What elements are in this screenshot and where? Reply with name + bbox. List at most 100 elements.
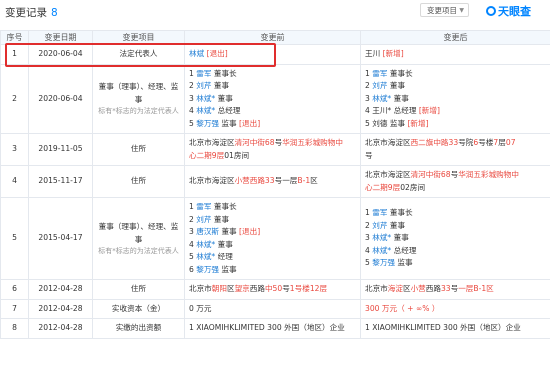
person-link[interactable]: 雷军 [372,208,387,217]
change-item: 住所 [92,165,185,198]
change-item-label: 住所 [130,144,147,154]
change-line: 2 刘芹 董事 [189,214,356,227]
person-link[interactable]: 林斌* [372,233,391,242]
person-link[interactable]: 雷军 [196,202,211,211]
change-line: 3 林斌* 董事 [365,232,546,245]
changed-text: [新增] [418,106,440,115]
person-link[interactable]: 林斌* [196,252,215,261]
change-item: 实缴的出资额 [92,318,185,339]
plain-text: 董事 [211,214,230,224]
plain-text: 董事 [387,81,406,90]
person-link[interactable]: 林斌* [372,246,391,255]
person-link[interactable]: 林斌* [196,106,215,115]
value-before: 北京市海淀区小营西路33号一层B-1区 [184,165,361,198]
change-item-filter-select[interactable]: 变更项目 ▼ [420,3,469,17]
value-before: 1 雷军 董事长 2 刘芹 董事 3 林斌* 董事 4 林斌* 总经理 5 黎万强 监事… [184,63,361,134]
table-row: 6 2012-04-28 住所 北京市朝阳区望京西路中50号1号楼12层 北京市海淀区小… [0,279,550,300]
row-index: 4 [0,165,29,198]
change-line: 4 林斌* 总经理 [365,245,546,258]
change-line: 3 林斌* 董事 [189,93,356,106]
change-line: 6 黎万强 监事 [189,264,356,277]
change-line: 3 唐汉斯 董事 [退出] [189,226,356,239]
changed-text: 1号楼12层 [289,284,328,293]
person-link[interactable]: 雷军 [196,69,211,78]
changed-text: 中 [264,284,273,293]
change-line: 北京市海淀区西二旗中路33号院6号楼7层07 [365,137,546,150]
plain-text: 区 [310,176,318,186]
change-line: 2 刘芹 董事 [365,80,546,93]
plain-text: 01 [224,150,234,160]
change-date: 2019-11-05 [28,133,93,166]
person-link[interactable]: 刘芹 [372,81,387,90]
changed-text: 华润五彩城购物中 [282,138,343,147]
person-link[interactable]: 刘芹 [372,221,387,230]
plain-text: 0 万元 [189,303,212,313]
value-before: 1 XIAOMIHKLIMITED 300 外国（地区）企业 [184,318,361,339]
change-item-label: 实缴的出资额 [115,323,162,332]
person-link[interactable]: 雷军 [372,69,387,78]
table-row: 3 2019-11-05 住所 北京市海淀区清河中街68号华润五彩城购物中 心二期9层0… [0,133,550,166]
plain-text: 王川* [372,106,392,115]
col-header-item: 变更项目 [92,30,185,45]
plain-text: 董事长 [387,208,413,218]
change-date: 2020-06-04 [28,63,93,134]
col-header-index: 序号 [0,30,29,45]
plain-text: 董事 [391,93,409,103]
person-link[interactable]: 唐汉斯 [196,227,219,236]
plain-text: 房间 [233,150,250,160]
changed-text: 07 [505,138,516,147]
plain-text: 北京市海淀区 [365,138,411,147]
value-before: 北京市海淀区清河中街68号华润五彩城购物中 心二期9层01房间 [184,133,361,166]
person-link[interactable]: 林斌* [196,94,215,103]
table-row: 4 2015-11-17 住所 北京市海淀区小营西路33号一层B-1区 北京市海淀区清河… [0,165,550,198]
plain-text: 北京市海淀区 [189,138,235,147]
changed-text: 西二旗中路33 [410,138,459,147]
row-index: 7 [0,298,29,319]
change-line: 3 林斌* 董事 [365,93,546,106]
plain-text: 号一层 [274,176,298,186]
changed-text: B-1 [297,176,311,186]
person-link[interactable]: 黎万强 [196,265,219,274]
tianyancha-logo[interactable]: 天眼查 [486,3,531,19]
value-after: 300 万元（ + ∞% ） [360,298,550,319]
change-item-label: 实收资本（金） [111,303,166,313]
person-link[interactable]: 林斌* [372,94,391,103]
change-line: 1 雷军 董事长 [189,201,356,214]
person-link[interactable]: 黎万强 [196,119,219,128]
person-link[interactable]: 林斌 [189,49,204,58]
value-before: 林斌 [退出] [184,44,361,65]
plain-text: 刘德 [372,118,388,128]
chevron-down-icon: ▼ [459,7,464,14]
logo-ring-icon [486,6,496,16]
changed-text: 300 万元（ + ∞% ） [365,303,440,313]
change-item-label: 董事（理事）、经理、监事 [98,82,179,104]
change-item-label: 董事（理事）、经理、监事 [98,222,179,244]
value-after: 北京市海淀区小营西路33号一层B-1区 [360,279,550,300]
plain-text: 董事长 [211,68,237,78]
select-label: 变更项目 [427,6,457,15]
change-line: 2 刘芹 董事 [189,80,356,93]
plain-text: 董事 [391,233,409,243]
plain-text: 董事长 [211,202,237,211]
person-link[interactable]: 刘芹 [196,81,211,90]
person-link[interactable]: 黎万强 [372,258,395,267]
change-date: 2015-04-17 [28,197,93,280]
person-link[interactable]: 林斌* [196,240,215,249]
plain-text: 监事 [395,258,413,268]
change-line: 1 XIAOMIHKLIMITED 300 外国（地区）企业 [189,322,356,335]
row-index: 5 [0,197,29,280]
change-line: 林斌 [退出] [189,48,356,61]
change-item-label: 住所 [130,284,147,293]
plain-text: 董事 [219,227,240,236]
changed-text: [退出] [206,49,228,58]
value-before: 0 万元 [184,298,361,319]
change-line: 北京市海淀区清河中街68号华润五彩城购物中 [189,137,356,150]
change-date: 2020-06-04 [28,44,93,65]
change-item: 住所 [92,133,185,166]
changed-text: [退出] [239,227,261,236]
plain-text: 董事 [215,93,233,103]
person-link[interactable]: 刘芹 [196,215,211,224]
change-line: 2 刘芹 董事 [365,220,546,233]
value-after: 1 雷军 董事长 2 刘芹 董事 3 林斌* 董事 4 王川* 总经理 [新增] 5 刘… [360,63,550,134]
change-line: 0 万元 [189,303,356,316]
